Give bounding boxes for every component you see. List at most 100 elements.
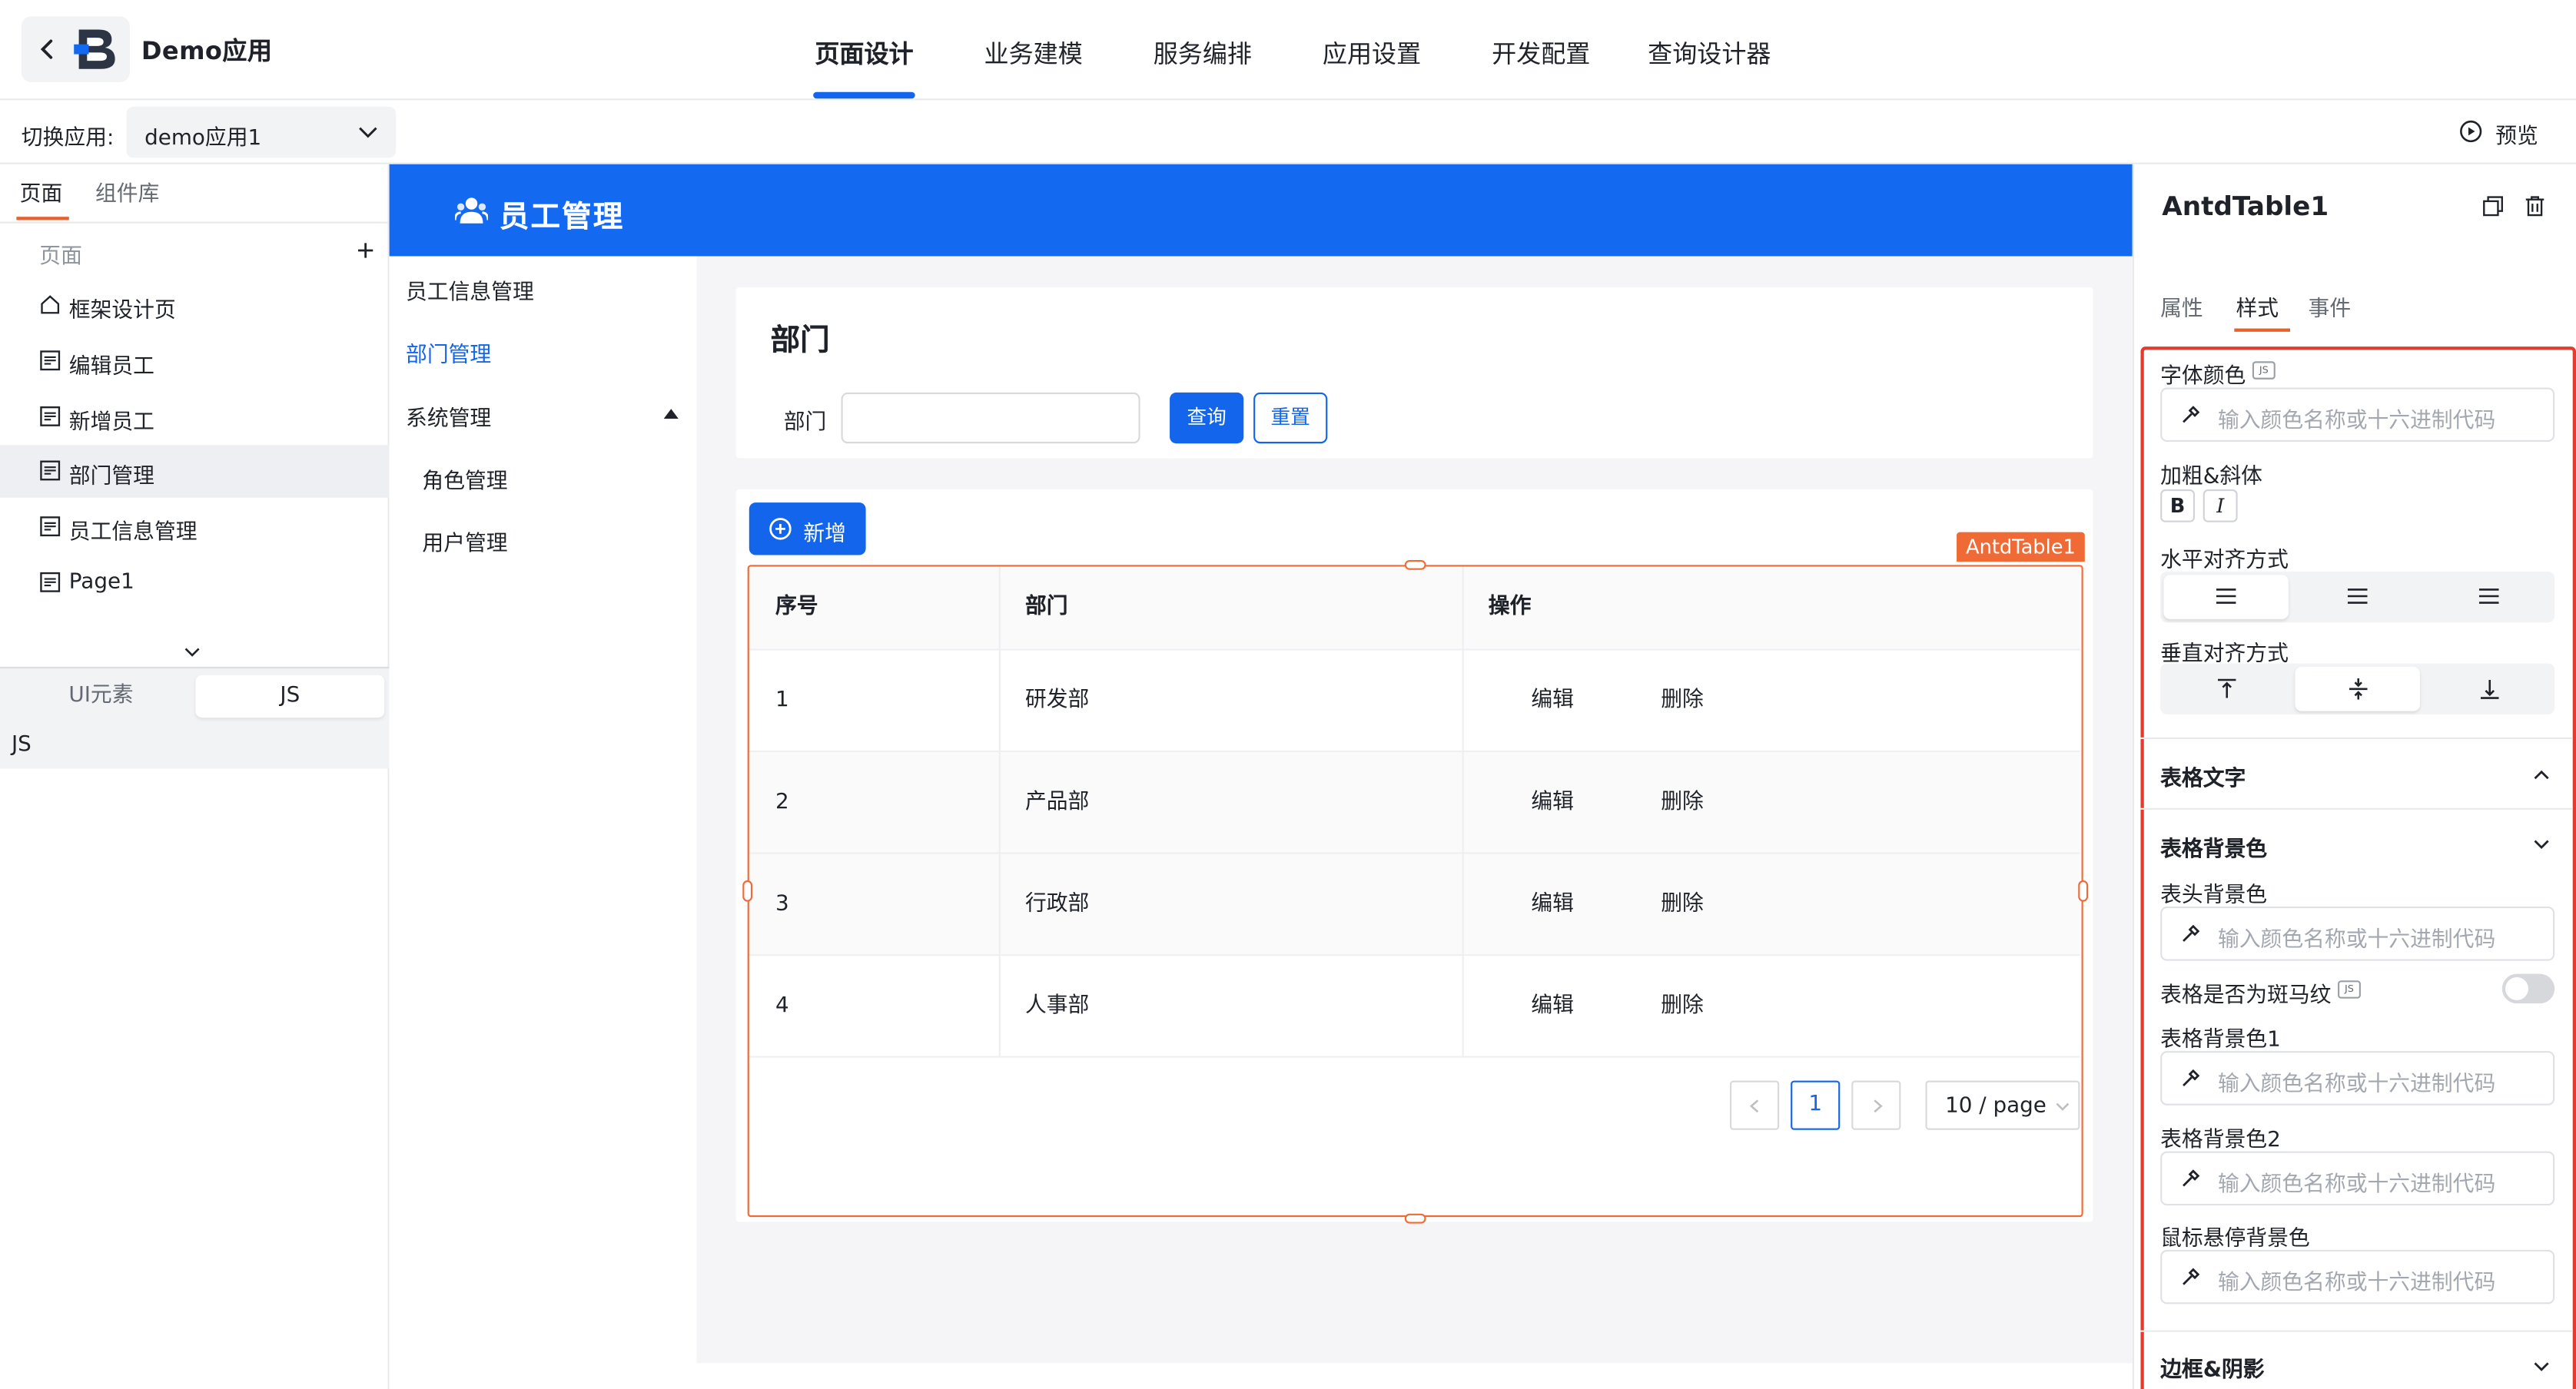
divider <box>0 221 390 224</box>
expand-chevron-icon[interactable] <box>184 647 200 658</box>
play-circle-icon <box>2460 120 2482 143</box>
nav-system[interactable]: 系统管理 <box>406 401 491 432</box>
align-center-button[interactable] <box>2295 575 2419 619</box>
seg-ui-elements[interactable]: UI元素 <box>7 675 196 718</box>
divider <box>2140 807 2573 810</box>
header-bg-label: 表头背景色 <box>2160 883 2268 909</box>
left-tab-components[interactable]: 组件库 <box>95 176 159 207</box>
align-center-icon <box>2347 588 2368 604</box>
pages-section-label: 页面 <box>39 244 82 270</box>
tab-app-settings[interactable]: 应用设置 <box>1323 36 1421 71</box>
page-item-add-employee[interactable]: 新增员工 <box>0 391 390 443</box>
page-title: 部门 <box>770 323 830 359</box>
section-table-bg[interactable]: 表格背景色 <box>2160 831 2267 862</box>
page-icon <box>40 516 61 537</box>
section-table-text[interactable]: 表格文字 <box>2160 761 2246 791</box>
page-item-employee-info[interactable]: 员工信息管理 <box>0 501 390 553</box>
tab-events[interactable]: 事件 <box>2309 290 2352 322</box>
color-picker-icon <box>2183 1169 2200 1187</box>
font-color-label: 字体颜色 <box>2160 364 2246 390</box>
tab-dev-config[interactable]: 开发配置 <box>1492 36 1590 71</box>
toggle-knob <box>2505 976 2528 1000</box>
top-header: Demo应用 页面设计 业务建模 服务编排 应用设置 开发配置 查询设计器 <box>0 0 2576 101</box>
zebra-toggle[interactable] <box>2501 973 2555 1004</box>
app-select[interactable]: demo应用1 <box>126 106 397 158</box>
bold-toggle[interactable]: B <box>2160 489 2196 522</box>
users-icon <box>455 197 488 224</box>
valign-middle-button[interactable] <box>2295 666 2420 711</box>
copy-icon[interactable] <box>2482 195 2504 217</box>
page-item-edit-employee[interactable]: 编辑员工 <box>0 335 390 387</box>
italic-toggle[interactable]: I <box>2203 489 2238 522</box>
page-item-frame[interactable]: 框架设计页 <box>0 279 390 331</box>
page-icon <box>40 350 61 371</box>
app-banner: 员工管理 <box>389 164 2133 257</box>
design-canvas: 员工管理 员工信息管理 部门管理 系统管理 角色管理 用户管理 部门 部门 查询… <box>389 164 2133 1389</box>
tab-style[interactable]: 样式 <box>2236 290 2279 322</box>
bg1-input[interactable]: 输入颜色名称或十六进制代码 <box>2160 1051 2555 1106</box>
nav-employee-info[interactable]: 员工信息管理 <box>406 274 534 306</box>
left-tab-pages[interactable]: 页面 <box>20 176 63 207</box>
color-picker-icon <box>2183 1069 2200 1087</box>
page-icon <box>40 406 61 426</box>
chevron-down-icon[interactable] <box>2533 1361 2549 1373</box>
home-icon <box>41 295 60 314</box>
valign-bottom-button[interactable] <box>2426 667 2551 711</box>
delete-icon[interactable] <box>2525 195 2545 217</box>
valign-bottom-icon <box>2481 680 2499 699</box>
tab-business-modeling[interactable]: 业务建模 <box>984 36 1083 71</box>
bold-italic-label: 加粗&斜体 <box>2160 464 2262 490</box>
nav-user[interactable]: 用户管理 <box>422 525 507 557</box>
h-align-label: 水平对齐方式 <box>2160 549 2289 574</box>
page-item-label: Page1 <box>68 569 134 595</box>
bg2-input[interactable]: 输入颜色名称或十六进制代码 <box>2160 1151 2555 1206</box>
caret-up-icon <box>663 409 679 419</box>
chevron-up-icon[interactable] <box>2533 768 2549 780</box>
color-picker-icon <box>2183 924 2200 942</box>
align-right-icon <box>2478 588 2499 604</box>
search-label: 部门 <box>783 410 827 436</box>
department-search-input[interactable] <box>841 392 1140 444</box>
page-content: 部门 部门 查询 重置 新增 序号 部门 操作 1 研发部 编辑 删除 2 产品… <box>696 256 2133 1364</box>
bg1-label: 表格背景色1 <box>2160 1028 2281 1053</box>
section-border-shadow[interactable]: 边框&阴影 <box>2160 1351 2264 1383</box>
v-align-label: 垂直对齐方式 <box>2160 641 2289 667</box>
nav-department[interactable]: 部门管理 <box>406 336 491 368</box>
page-item-page1[interactable]: Page1 <box>0 557 390 609</box>
color-placeholder: 输入颜色名称或十六进制代码 <box>2217 1271 2496 1296</box>
resize-handle-top[interactable] <box>1404 559 1426 570</box>
tab-props[interactable]: 属性 <box>2160 290 2203 322</box>
color-placeholder: 输入颜色名称或十六进制代码 <box>2217 1072 2496 1098</box>
v-align-segment <box>2160 663 2555 714</box>
reset-button[interactable]: 重置 <box>1253 392 1328 444</box>
hover-bg-input[interactable]: 输入颜色名称或十六进制代码 <box>2160 1249 2555 1304</box>
header-bg-input[interactable]: 输入颜色名称或十六进制代码 <box>2160 907 2555 961</box>
query-button[interactable]: 查询 <box>1170 392 1244 444</box>
resize-handle-right[interactable] <box>2078 880 2089 902</box>
tab-query-designer[interactable]: 查询设计器 <box>1648 36 1771 71</box>
style-tab-indicator <box>2234 328 2291 332</box>
js-badge[interactable]: JS <box>2252 361 2276 380</box>
seg-js[interactable]: JS <box>195 675 385 718</box>
resize-handle-left[interactable] <box>742 880 753 902</box>
page-item-department[interactable]: 部门管理 <box>0 445 390 498</box>
resize-handle-bottom[interactable] <box>1404 1213 1426 1224</box>
valign-top-button[interactable] <box>2163 667 2288 711</box>
nav-role[interactable]: 角色管理 <box>422 463 507 494</box>
js-badge[interactable]: JS <box>2338 980 2361 999</box>
color-picker-icon <box>2183 1268 2200 1285</box>
add-button[interactable]: 新增 <box>749 502 866 555</box>
chevron-down-icon[interactable] <box>2533 839 2549 850</box>
color-picker-icon <box>2183 406 2200 423</box>
valign-top-icon <box>2217 678 2236 698</box>
align-right-button[interactable] <box>2426 575 2551 619</box>
js-section-label: JS <box>11 732 32 757</box>
page-item-label: 新增员工 <box>68 410 154 436</box>
app-select-value: demo应用1 <box>144 126 262 151</box>
add-page-icon[interactable] <box>357 241 375 260</box>
align-left-button[interactable] <box>2163 575 2289 619</box>
tab-service-orchestration[interactable]: 服务编排 <box>1154 36 1252 71</box>
tab-page-design[interactable]: 页面设计 <box>815 36 913 71</box>
table-card: 新增 序号 部门 操作 1 研发部 编辑 删除 2 产品部 编辑 删除 3 行政… <box>735 489 2093 1224</box>
font-color-input[interactable]: 输入颜色名称或十六进制代码 <box>2160 387 2555 443</box>
